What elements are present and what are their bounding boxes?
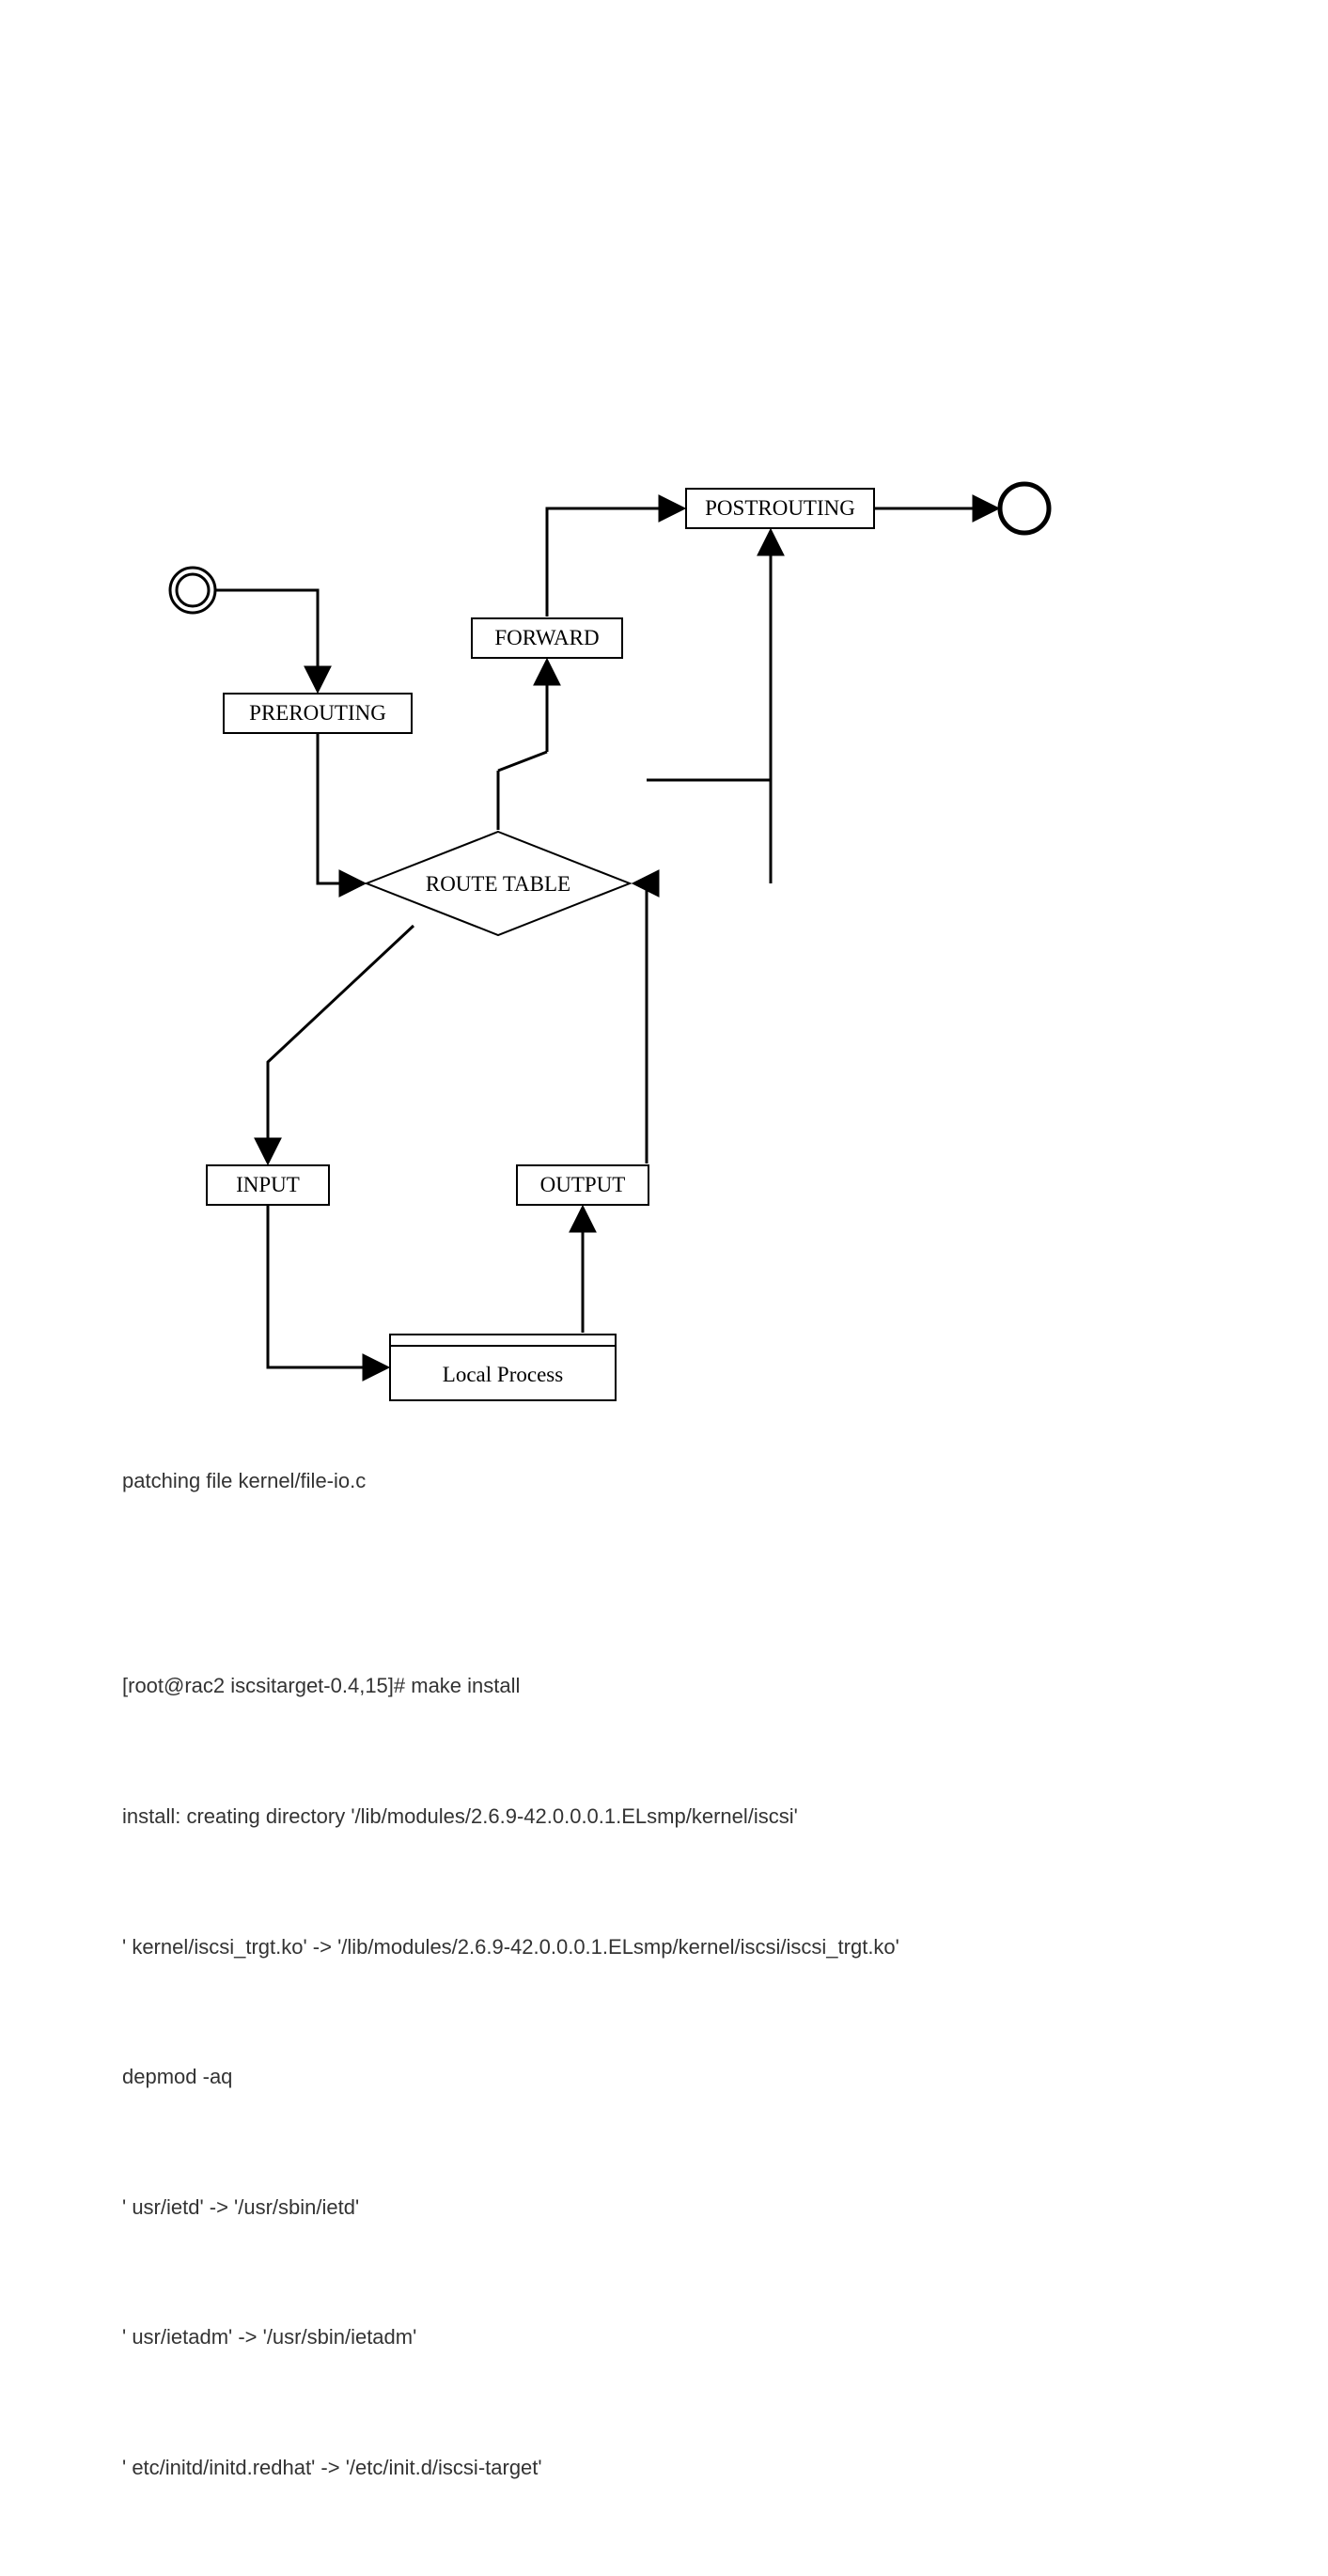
- terminal-line: install: creating directory '/lib/module…: [122, 1795, 1328, 1838]
- terminal-line: ' usr/ietadm' -> '/usr/sbin/ietadm': [122, 2316, 1328, 2359]
- localprocess-label: Local Process: [443, 1363, 563, 1386]
- terminal-line: depmod -aq: [122, 2055, 1328, 2099]
- input-box: INPUT: [207, 1165, 329, 1205]
- diagram-caption: patching file kernel/file-io.c: [122, 1469, 1328, 1493]
- output-box: OUTPUT: [517, 1165, 648, 1205]
- postrouting-label: POSTROUTING: [705, 496, 855, 520]
- terminal-line: [root@rac2 iscsitarget-0.4,15]# make ins…: [122, 1664, 1328, 1708]
- routetable-diamond: ROUTE TABLE: [367, 832, 630, 935]
- postrouting-box: POSTROUTING: [686, 489, 874, 528]
- prerouting-box: PREROUTING: [224, 694, 412, 733]
- forward-label: FORWARD: [494, 626, 599, 649]
- terminal-line: ' usr/ietd' -> '/usr/sbin/ietd': [122, 2186, 1328, 2229]
- terminal-output: [root@rac2 iscsitarget-0.4,15]# make ins…: [122, 1578, 1328, 2576]
- prerouting-label: PREROUTING: [249, 701, 386, 725]
- terminal-line: ' etc/initd/initd.redhat' -> '/etc/init.…: [122, 2446, 1328, 2490]
- forward-box: FORWARD: [472, 618, 622, 658]
- edge-routetable-forward-c: [498, 752, 547, 771]
- terminal-line: ' kernel/iscsi_trgt.ko' -> '/lib/modules…: [122, 1926, 1328, 1969]
- input-label: INPUT: [236, 1173, 300, 1196]
- end-node: [1000, 484, 1049, 533]
- start-node: [170, 568, 215, 613]
- routetable-label: ROUTE TABLE: [426, 872, 570, 896]
- edge-start-prerouting: [215, 590, 318, 690]
- localprocess-box: Local Process: [390, 1335, 616, 1400]
- edge-input-localprocess: [268, 1205, 386, 1367]
- edge-prerouting-routetable: [318, 733, 363, 883]
- edge-output-routetable: [635, 883, 647, 1163]
- edge-forward-postrouting: [547, 508, 682, 617]
- edge-routetable-input: [268, 926, 414, 1162]
- output-label: OUTPUT: [540, 1173, 626, 1196]
- flow-diagram: POSTROUTING FORWARD PREROUTING ROUTE TAB…: [122, 461, 1328, 1452]
- edge-output-routetable-hidden: [625, 883, 633, 1163]
